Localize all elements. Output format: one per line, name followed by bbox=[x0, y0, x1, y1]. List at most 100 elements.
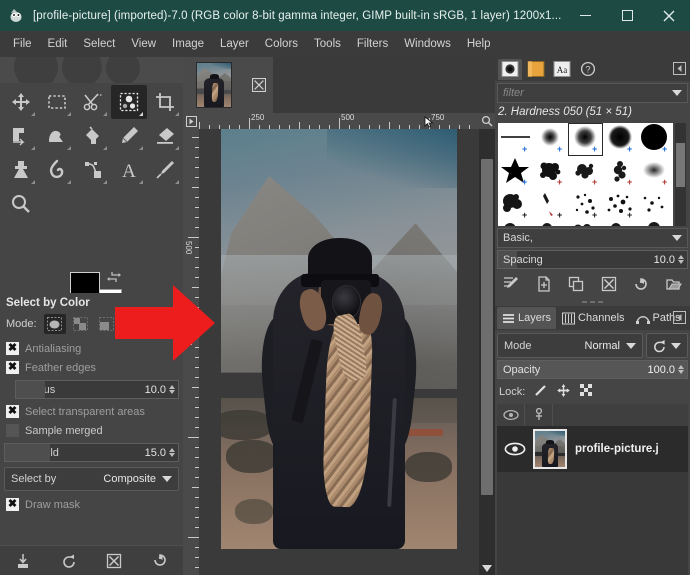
layers-dock-menu-icon[interactable] bbox=[673, 311, 686, 324]
close-tab-icon[interactable] bbox=[245, 57, 273, 113]
zoom-image-icon[interactable] bbox=[479, 113, 495, 129]
antialiasing-checkbox[interactable]: ✖ bbox=[6, 342, 19, 355]
tab-help[interactable]: ? bbox=[576, 59, 600, 80]
edit-brush-button[interactable] bbox=[500, 273, 522, 295]
lock-pixels-button[interactable] bbox=[533, 383, 548, 401]
maximize-button[interactable] bbox=[606, 0, 648, 31]
delete-brush-button[interactable] bbox=[598, 273, 620, 295]
eraser-tool[interactable] bbox=[147, 119, 183, 153]
mode-replace[interactable] bbox=[43, 314, 66, 334]
select-by-dropdown[interactable]: Select by Composite bbox=[4, 467, 179, 491]
menu-image[interactable]: Image bbox=[164, 35, 212, 53]
scissors-select-tool[interactable] bbox=[75, 85, 111, 119]
lock-position-button[interactable] bbox=[556, 383, 571, 401]
menu-windows[interactable]: Windows bbox=[396, 35, 459, 53]
brush-item[interactable] bbox=[638, 189, 673, 222]
sample-merged-row[interactable]: Sample merged bbox=[4, 421, 179, 440]
restore-tool-preset-button[interactable] bbox=[58, 550, 80, 572]
brush-item[interactable]: + bbox=[603, 123, 638, 156]
mode-add[interactable] bbox=[70, 314, 92, 334]
brush-item[interactable]: + bbox=[638, 123, 673, 156]
opacity-slider[interactable]: Opacity 100.0 bbox=[497, 360, 688, 379]
tab-brushes[interactable] bbox=[498, 58, 522, 80]
brush-item[interactable]: + bbox=[533, 123, 568, 156]
menu-help[interactable]: Help bbox=[459, 35, 499, 53]
color-picker-tool[interactable] bbox=[147, 153, 183, 187]
clone-stamp-tool[interactable] bbox=[3, 153, 39, 187]
brush-tag-filter[interactable]: Basic, bbox=[497, 228, 688, 248]
menu-filters[interactable]: Filters bbox=[349, 35, 396, 53]
brush-item[interactable]: + bbox=[603, 189, 638, 222]
close-button[interactable] bbox=[648, 0, 690, 31]
layer-visibility-toggle[interactable] bbox=[497, 426, 533, 472]
scroll-down-arrow-icon[interactable] bbox=[482, 565, 492, 572]
spacing-stepper[interactable] bbox=[678, 255, 684, 264]
dock-resize-grip[interactable] bbox=[495, 297, 690, 306]
brush-item[interactable]: + bbox=[568, 156, 603, 189]
delete-tool-preset-button[interactable] bbox=[103, 550, 125, 572]
opacity-stepper[interactable] bbox=[678, 365, 684, 374]
refresh-brushes-button[interactable] bbox=[630, 273, 652, 295]
duplicate-brush-button[interactable] bbox=[565, 273, 587, 295]
menu-file[interactable]: File bbox=[5, 35, 40, 53]
reset-tool-options-button[interactable] bbox=[149, 550, 171, 572]
open-brush-folder-button[interactable] bbox=[663, 273, 685, 295]
save-tool-preset-button[interactable] bbox=[12, 550, 34, 572]
layer-mode-dropdown[interactable]: Mode Normal bbox=[497, 333, 643, 358]
feather-edges-row[interactable]: ✖ Feather edges bbox=[4, 358, 179, 377]
threshold-spinner[interactable]: Threshold 15.0 bbox=[4, 443, 179, 462]
brush-item-selected[interactable]: + bbox=[568, 123, 603, 156]
brush-filter-input[interactable]: filter bbox=[497, 83, 688, 103]
brush-item[interactable]: + bbox=[568, 189, 603, 222]
brush-item[interactable]: + bbox=[533, 189, 568, 222]
brush-item[interactable] bbox=[638, 222, 673, 226]
paths-tool[interactable] bbox=[75, 153, 111, 187]
brush-spacing-slider[interactable]: Spacing 10.0 bbox=[497, 250, 688, 269]
profile-picture-tab[interactable] bbox=[183, 57, 245, 113]
minimize-button[interactable] bbox=[564, 0, 606, 31]
bucket-fill-tool[interactable] bbox=[75, 119, 111, 153]
menu-select[interactable]: Select bbox=[75, 35, 123, 53]
brush-item[interactable] bbox=[603, 222, 638, 226]
mode-subtract[interactable] bbox=[96, 314, 118, 334]
tab-fonts[interactable]: Aa bbox=[550, 59, 574, 80]
warp-transform-tool[interactable] bbox=[39, 119, 75, 153]
brush-item[interactable]: + bbox=[498, 156, 533, 189]
text-tool[interactable]: A bbox=[111, 153, 147, 187]
sample-merged-checkbox[interactable] bbox=[6, 424, 19, 437]
chevron-down-icon[interactable] bbox=[672, 90, 682, 96]
brush-item[interactable]: + bbox=[603, 156, 638, 189]
move-tool[interactable] bbox=[3, 85, 39, 119]
canvas-viewport[interactable] bbox=[199, 129, 479, 575]
horizontal-ruler[interactable]: 250 500 750 bbox=[199, 113, 479, 129]
radius-spinner[interactable]: Radius 10.0 bbox=[15, 380, 179, 399]
brush-item[interactable]: + bbox=[498, 123, 533, 156]
threshold-stepper[interactable] bbox=[169, 448, 175, 457]
brush-item[interactable]: + bbox=[498, 189, 533, 222]
rectangle-select-tool[interactable] bbox=[39, 85, 75, 119]
antialiasing-row[interactable]: ✖ Antialiasing bbox=[4, 339, 179, 358]
brush-item[interactable] bbox=[568, 222, 603, 226]
switch-mode-button[interactable] bbox=[646, 333, 688, 358]
zoom-tool[interactable] bbox=[3, 187, 39, 221]
feather-edges-checkbox[interactable]: ✖ bbox=[6, 361, 19, 374]
unified-transform-tool[interactable] bbox=[3, 119, 39, 153]
menu-view[interactable]: View bbox=[123, 35, 164, 53]
brush-item[interactable]: + bbox=[533, 156, 568, 189]
select-by-color-tool[interactable] bbox=[111, 85, 147, 119]
lock-alpha-button[interactable] bbox=[579, 383, 594, 401]
mode-intersect[interactable] bbox=[122, 314, 144, 334]
brush-grid[interactable]: + + + + + + + + + + + + + + bbox=[498, 123, 673, 226]
image-canvas[interactable] bbox=[221, 129, 457, 549]
select-transparent-row[interactable]: ✖ Select transparent areas bbox=[4, 402, 179, 421]
vertical-ruler[interactable]: 500 7 bbox=[183, 129, 199, 575]
swap-colors-icon[interactable] bbox=[106, 270, 122, 287]
draw-mask-checkbox[interactable]: ✖ bbox=[6, 498, 19, 511]
brush-grid-scrollbar[interactable] bbox=[675, 123, 686, 226]
menu-layer[interactable]: Layer bbox=[212, 35, 257, 53]
tab-layers[interactable]: Layers bbox=[497, 307, 557, 329]
crop-tool[interactable] bbox=[147, 85, 183, 119]
menu-colors[interactable]: Colors bbox=[257, 35, 306, 53]
smudge-tool[interactable] bbox=[39, 153, 75, 187]
tab-patterns[interactable] bbox=[524, 59, 548, 80]
